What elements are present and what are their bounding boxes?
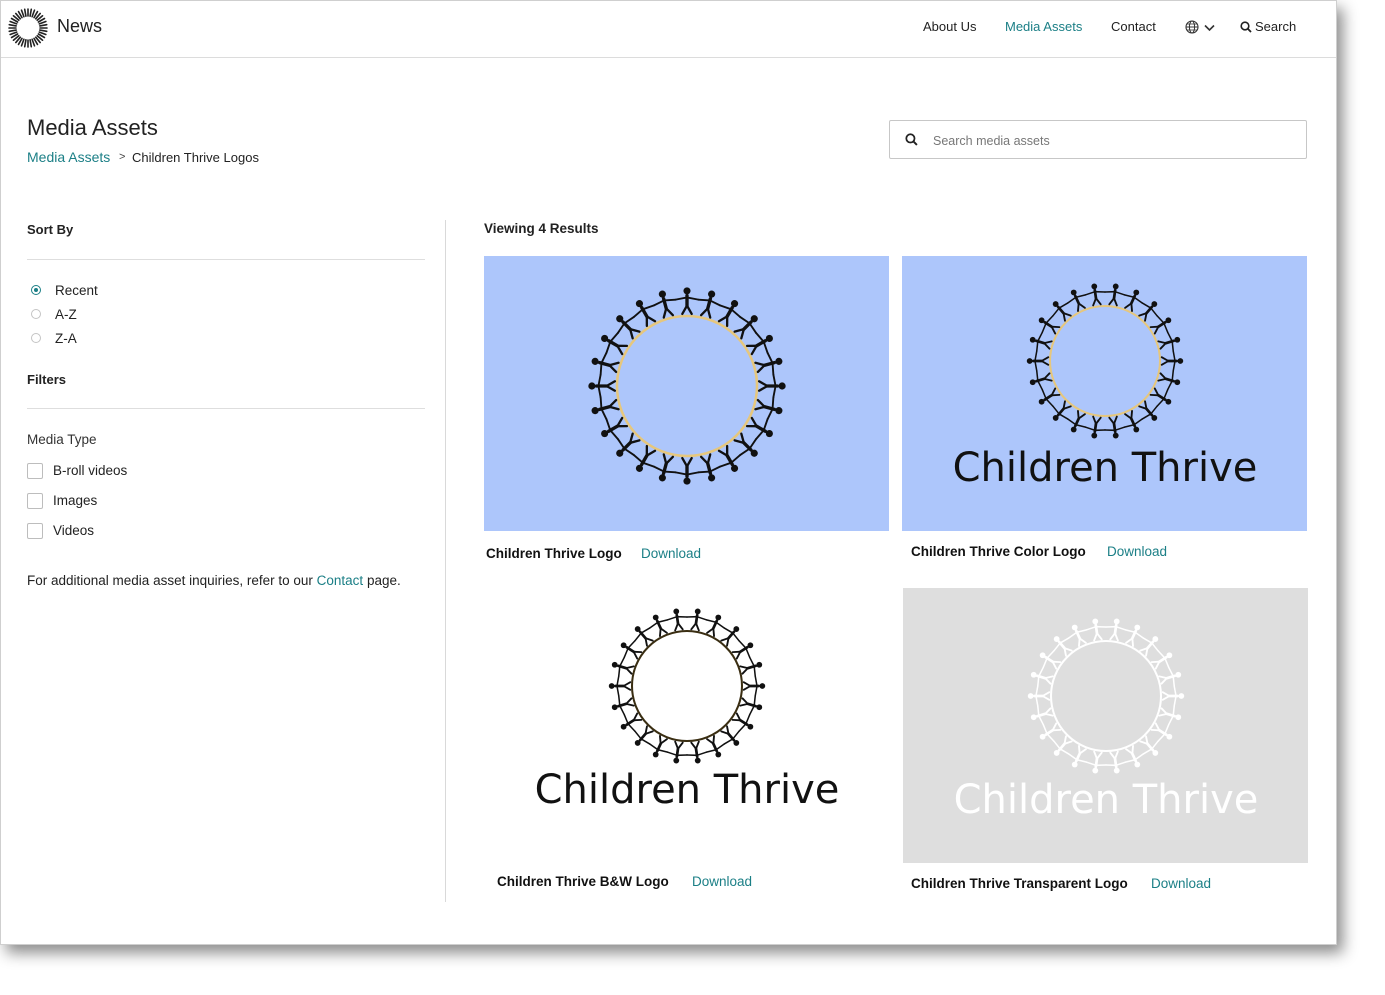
radio-icon[interactable] — [31, 333, 41, 343]
logo-wordmark: Children Thrive — [535, 767, 840, 813]
media-search-box[interactable] — [889, 120, 1307, 159]
breadcrumb-current: Children Thrive Logos — [132, 150, 259, 165]
search-icon — [905, 133, 918, 146]
checkbox-icon[interactable] — [27, 523, 43, 539]
column-divider — [445, 220, 446, 902]
header-search-label: Search — [1255, 19, 1297, 34]
logo-wordmark: Children Thrive — [953, 445, 1258, 491]
media-type-label: Media Type — [27, 432, 97, 447]
contact-link[interactable]: Contact — [317, 573, 364, 588]
nav-about-us[interactable]: About Us — [923, 19, 976, 34]
results-count: Viewing 4 Results — [484, 221, 599, 236]
asset-title: Children Thrive Logo — [486, 546, 622, 561]
asset-title: Children Thrive Color Logo — [911, 544, 1086, 559]
sort-by-heading: Sort By — [27, 222, 74, 237]
search-icon — [1240, 21, 1252, 33]
people-ring-icon: Children Thrive — [484, 588, 889, 863]
sunburst-logo-icon[interactable] — [8, 8, 48, 48]
download-link[interactable]: Download — [641, 546, 701, 561]
note-text: For additional media asset inquiries, re… — [27, 573, 317, 588]
filters-heading: Filters — [27, 372, 67, 387]
people-ring-icon: Children Thrive — [902, 256, 1307, 531]
logo-wordmark: Children Thrive — [954, 777, 1259, 823]
download-link[interactable]: Download — [692, 874, 752, 889]
browser-window: News About Us Media Assets Contact Searc… — [0, 0, 1337, 945]
radio-selected-icon[interactable] — [31, 285, 41, 295]
nav-media-assets[interactable]: Media Assets — [1005, 19, 1082, 34]
header-search-button[interactable]: Search — [1240, 19, 1296, 34]
asset-thumbnail[interactable]: Children Thrive — [903, 588, 1308, 863]
page-title: Media Assets — [27, 115, 158, 140]
asset-title: Children Thrive B&W Logo — [497, 874, 669, 889]
language-selector[interactable] — [1185, 18, 1217, 36]
note-text-end: page. — [363, 573, 401, 588]
asset-thumbnail[interactable] — [484, 256, 889, 531]
people-ring-icon — [484, 256, 889, 531]
filter-label: Videos — [53, 523, 95, 538]
download-link[interactable]: Download — [1107, 544, 1167, 559]
filter-label: B-roll videos — [53, 463, 128, 478]
divider — [27, 259, 425, 260]
asset-title: Children Thrive Transparent Logo — [911, 876, 1128, 891]
radio-icon[interactable] — [31, 309, 41, 319]
sort-option-label: A-Z — [55, 307, 77, 322]
breadcrumb-media-assets[interactable]: Media Assets — [27, 149, 110, 165]
divider — [27, 408, 425, 409]
asset-thumbnail[interactable]: Children Thrive — [484, 588, 889, 863]
breadcrumb-separator: > — [119, 151, 126, 163]
inquiries-note: For additional media asset inquiries, re… — [27, 573, 401, 588]
brand-name[interactable]: News — [57, 16, 102, 37]
chevron-down-icon — [1204, 24, 1215, 32]
sort-option-label: Z-A — [55, 331, 77, 346]
nav-contact[interactable]: Contact — [1111, 19, 1156, 34]
checkbox-icon[interactable] — [27, 463, 43, 479]
search-input[interactable] — [931, 129, 1295, 153]
globe-icon — [1185, 20, 1199, 34]
filter-label: Images — [53, 493, 98, 508]
download-link[interactable]: Download — [1151, 876, 1211, 891]
checkbox-icon[interactable] — [27, 493, 43, 509]
asset-thumbnail[interactable]: Children Thrive — [902, 256, 1307, 531]
sort-option-label: Recent — [55, 283, 98, 298]
people-ring-icon: Children Thrive — [903, 588, 1308, 863]
site-header: News About Us Media Assets Contact Searc… — [1, 1, 1336, 58]
